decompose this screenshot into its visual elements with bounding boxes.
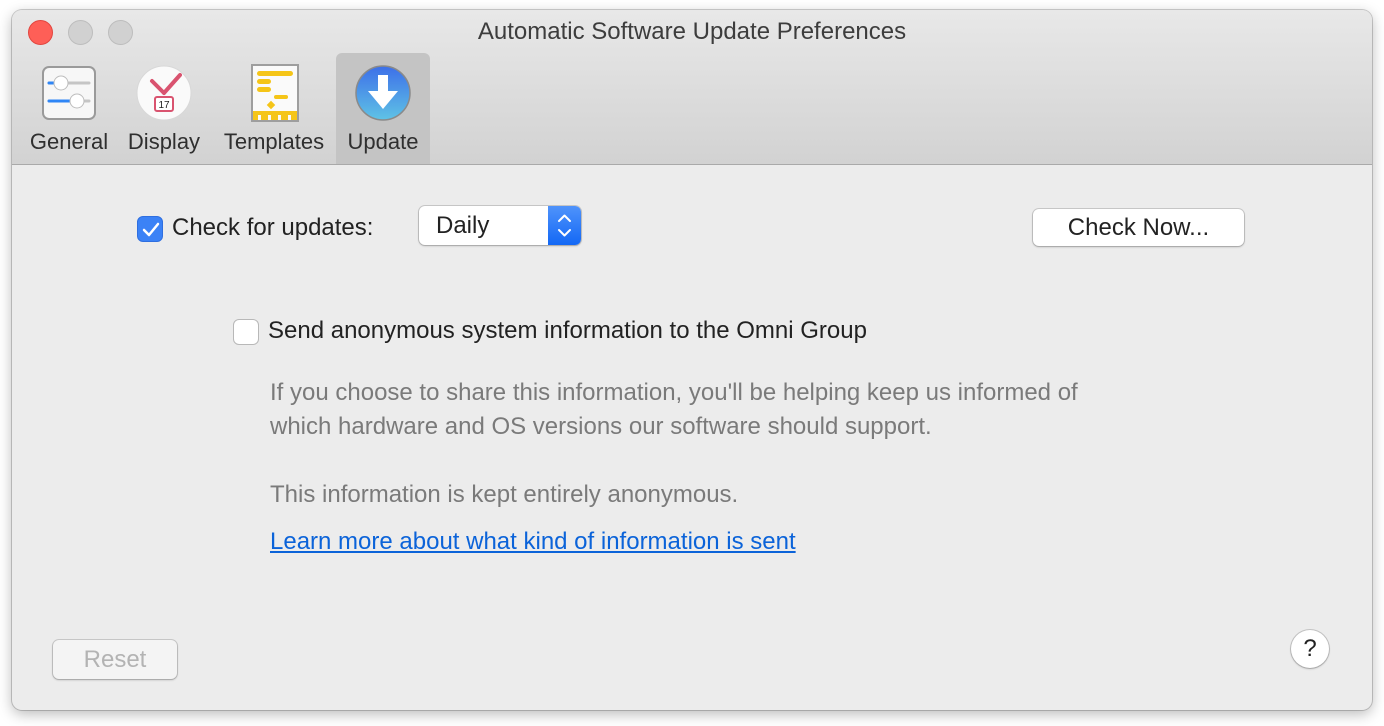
gantt-template-icon: [251, 64, 299, 122]
tab-label: Display: [127, 129, 201, 154]
popup-arrows: [548, 206, 581, 245]
tab-display[interactable]: 17 Display: [120, 53, 208, 164]
description-line-1: If you choose to share this information,…: [270, 379, 1078, 406]
svg-text:17: 17: [158, 100, 170, 111]
check-now-button[interactable]: Check Now...: [1033, 209, 1244, 246]
reset-button[interactable]: Reset: [53, 640, 177, 679]
update-pane: Check for updates: Daily Check Now... Se…: [12, 165, 1372, 710]
chevron-up-down-icon: [558, 214, 571, 237]
tab-label: Update: [347, 129, 419, 154]
description-line-2: which hardware and OS versions our softw…: [270, 413, 932, 440]
update-frequency-popup[interactable]: Daily: [419, 206, 581, 245]
update-frequency-value: Daily: [436, 212, 490, 239]
learn-more-link[interactable]: Learn more about what kind of informatio…: [270, 528, 796, 556]
send-anonymous-info-label: Send anonymous system information to the…: [268, 317, 867, 344]
tab-label: General: [29, 129, 109, 154]
tab-general[interactable]: General: [24, 53, 114, 164]
anonymous-note: This information is kept entirely anonym…: [270, 481, 739, 508]
question-mark-icon: ?: [1303, 635, 1317, 662]
help-button[interactable]: ?: [1291, 630, 1329, 668]
sliders-icon: [42, 66, 96, 120]
tab-update[interactable]: Update: [336, 53, 430, 164]
download-arrow-icon: [355, 65, 411, 121]
tab-label: Templates: [223, 129, 325, 154]
toolbar: Automatic Software Update Preferences Ge…: [12, 10, 1372, 165]
check-for-updates-checkbox[interactable]: [137, 216, 163, 242]
clock-calendar-icon: 17: [136, 65, 192, 121]
send-anonymous-info-checkbox[interactable]: [233, 319, 259, 345]
check-for-updates-label: Check for updates:: [172, 214, 374, 241]
preferences-window: Automatic Software Update Preferences Ge…: [12, 10, 1372, 710]
tab-templates[interactable]: Templates: [215, 53, 333, 164]
checkmark-icon: [142, 222, 160, 237]
window-title: Automatic Software Update Preferences: [477, 18, 907, 45]
